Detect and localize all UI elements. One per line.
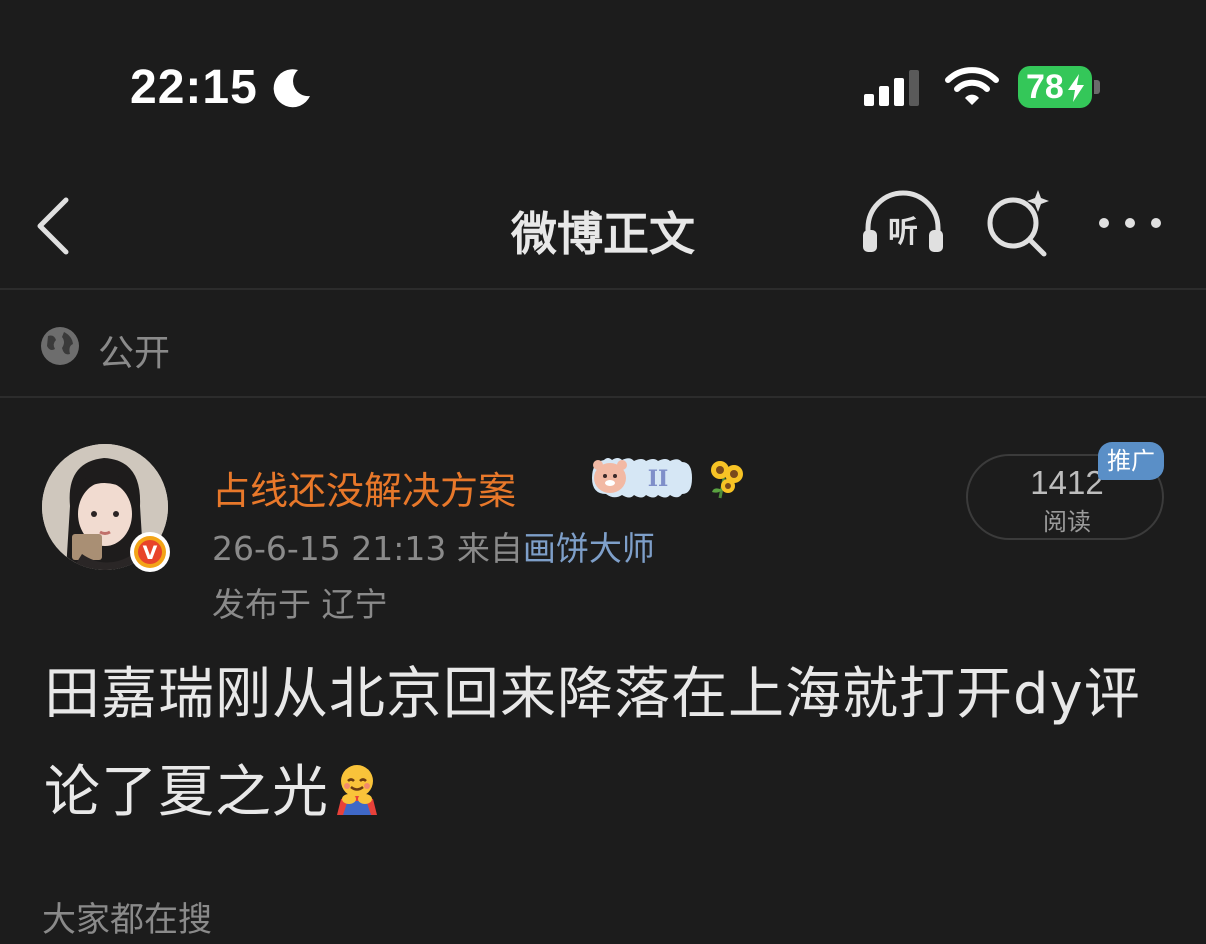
listen-icon[interactable]: 听 [860,190,946,256]
post-datetime: 26-6-15 21:13 [212,529,447,568]
status-time: 22:15 [130,61,258,114]
svg-text:听: 听 [888,215,918,250]
promoted-tag: 推广 [1098,442,1164,480]
verified-icon: V [130,532,170,572]
svg-text:II: II [648,466,669,492]
sunflower-icon [711,461,743,499]
visibility-row: 公开 [0,292,1206,398]
hug-emoji [337,765,377,815]
post-content: 田嘉瑞刚从北京回来降落在上海就打开dy评论了夏之光 [44,646,1174,842]
read-label: 阅读 [1043,508,1091,536]
post-text: 田嘉瑞刚从北京回来降落在上海就打开dy评论了夏之光 [44,662,1141,825]
post-meta: 26-6-15 21:13 来自画饼大师 [212,522,655,570]
source-link[interactable]: 画饼大师 [523,529,655,568]
visibility-label: 公开 [98,333,171,374]
author-name[interactable]: 占线还没解决方案 [212,460,516,515]
moon-icon [273,69,310,108]
source-prefix: 来自 [456,529,523,568]
bear-badge-icon[interactable]: II [584,456,696,500]
bolt-icon [1068,74,1084,102]
status-bar: 22:15 78 [0,0,1206,170]
nav-bar: 微博正文 听 [0,170,1206,290]
trending-searches-label: 大家都在搜 [42,900,212,940]
signal-icon [864,70,919,106]
more-icon[interactable] [1094,206,1168,240]
wifi-icon [945,67,999,105]
search-icon[interactable] [982,188,1052,258]
battery-cap [1094,80,1100,94]
verified-letter: V [143,542,158,564]
battery-level: 78 [1026,68,1064,106]
post-location: 发布于 辽宁 [212,585,388,624]
globe-icon [41,327,79,365]
